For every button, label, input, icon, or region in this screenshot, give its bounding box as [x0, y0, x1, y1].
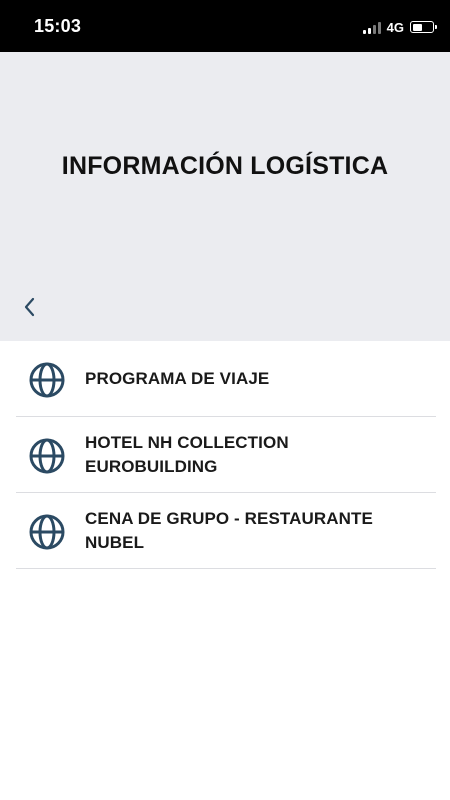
status-time: 15:03: [34, 16, 82, 36]
globe-icon: [29, 362, 65, 398]
globe-icon: [29, 514, 65, 550]
status-indicators: 4G: [362, 18, 437, 36]
menu-item-programa-de-viaje[interactable]: PROGRAMA DE VIAJE: [16, 341, 436, 417]
menu-item-cena-de-grupo[interactable]: CENA DE GRUPO - RESTAURANTE NUBEL: [16, 493, 436, 569]
page-header: INFORMACIÓN LOGÍSTICA: [0, 52, 450, 341]
battery-icon: [410, 21, 437, 33]
logistics-menu: PROGRAMA DE VIAJE HOTEL NH COLLECTION EU…: [16, 341, 436, 569]
menu-item-label: PROGRAMA DE VIAJE: [85, 368, 270, 388]
back-button[interactable]: [14, 292, 44, 322]
status-bar: 15:03 4G: [0, 0, 450, 52]
page-title: INFORMACIÓN LOGÍSTICA: [61, 152, 389, 180]
menu-item-hotel[interactable]: HOTEL NH COLLECTION EUROBUILDING: [16, 417, 436, 493]
chevron-left-icon: [24, 297, 35, 317]
globe-icon: [29, 438, 65, 474]
menu-item-label: HOTEL NH COLLECTION EUROBUILDING: [85, 432, 289, 476]
signal-bars-icon: [362, 21, 381, 34]
network-type: 4G: [386, 19, 404, 35]
menu-item-label: CENA DE GRUPO - RESTAURANTE NUBEL: [85, 508, 373, 552]
